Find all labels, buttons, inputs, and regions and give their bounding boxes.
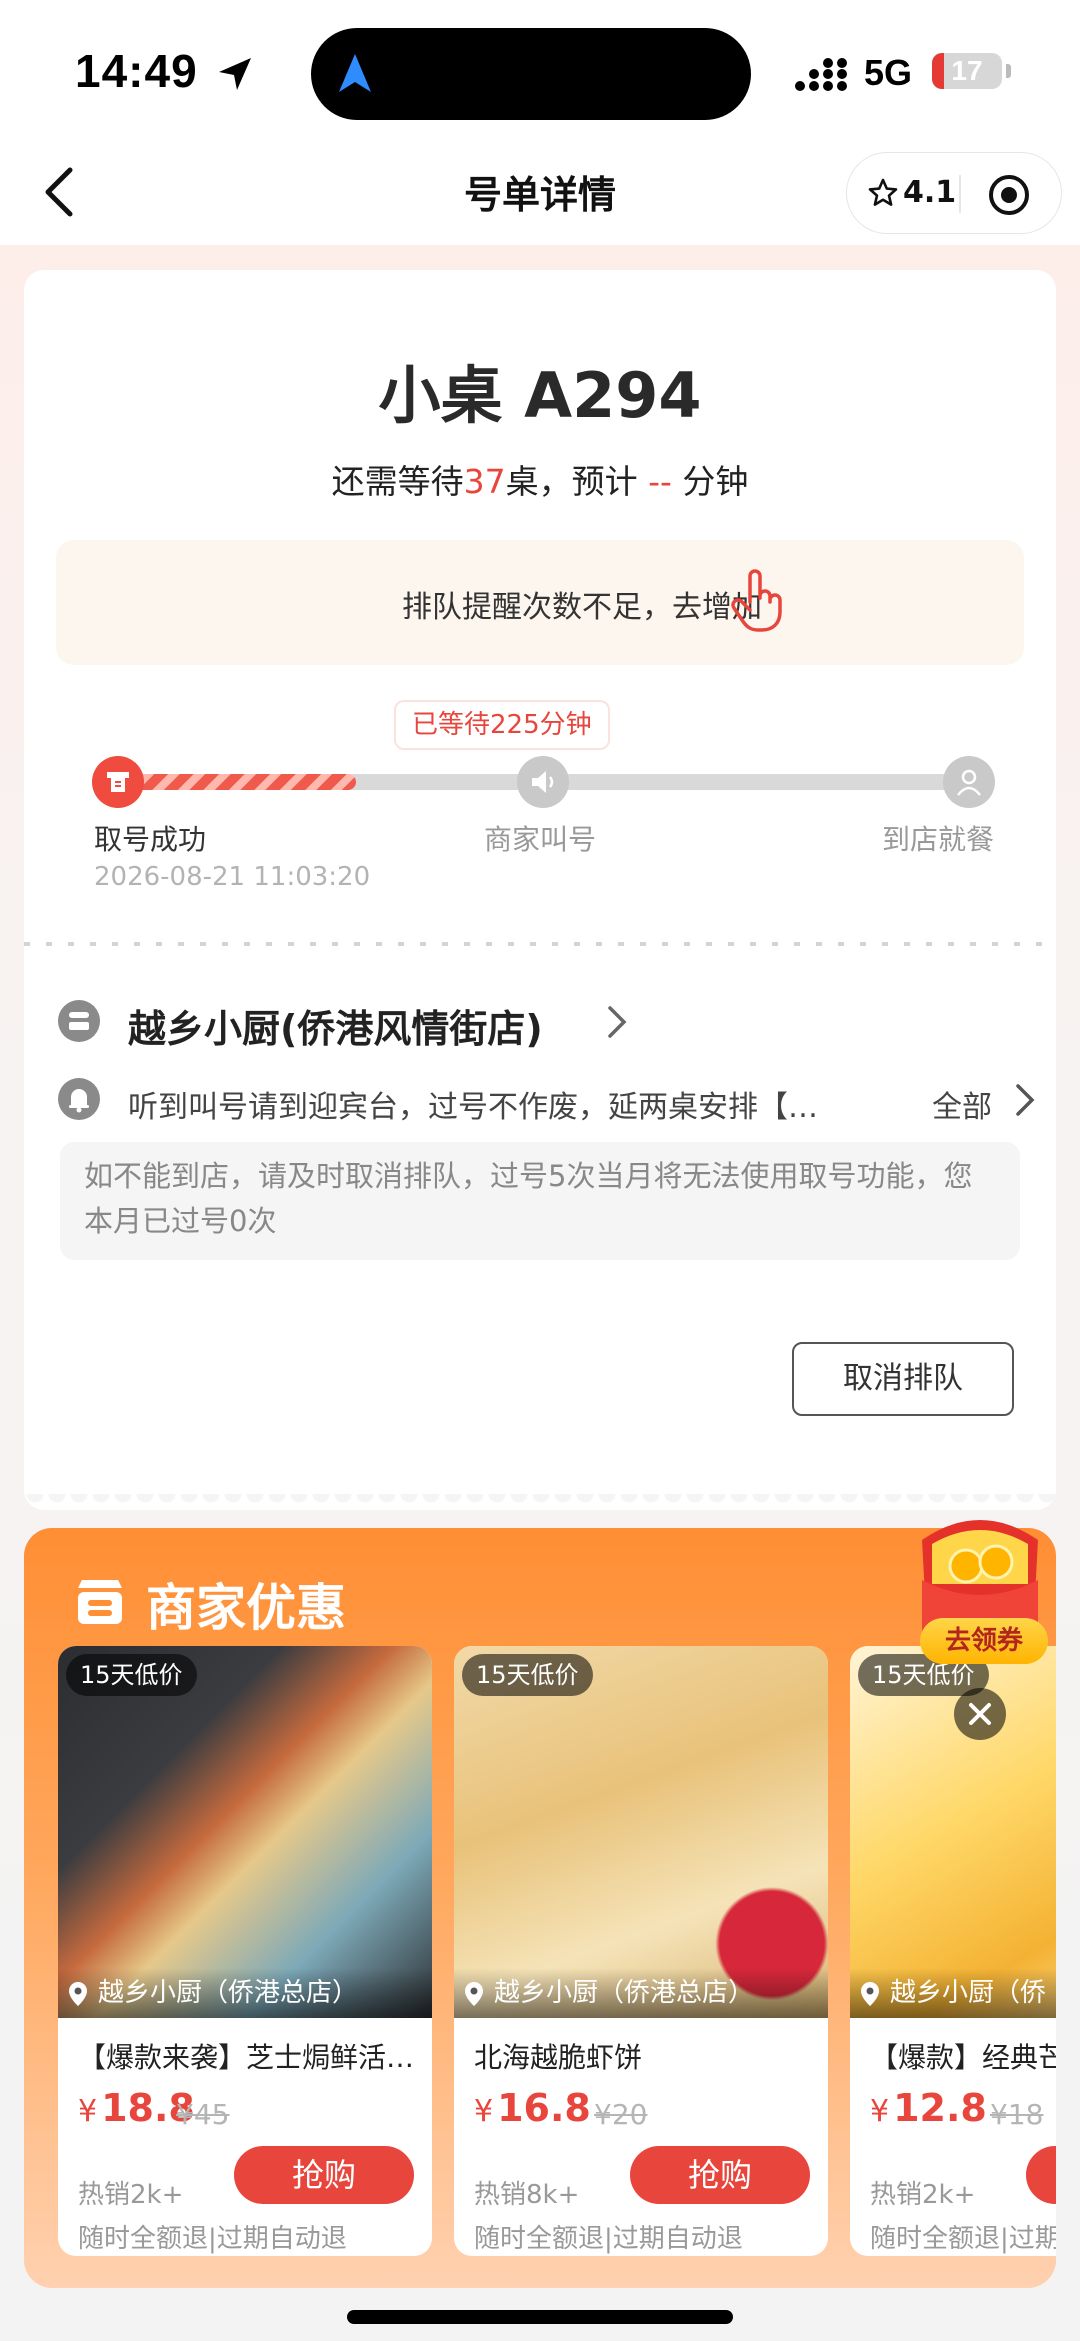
product-price: ¥16.8 — [474, 2086, 591, 2130]
product-shop: 越乡小厨（侨港总店） — [58, 1968, 432, 2018]
product-image — [850, 1646, 1056, 2018]
cancel-hint: 如不能到店，请及时取消排队，过号5次当月将无法使用取号功能，您本月已过号0次 — [60, 1142, 1020, 1260]
product-price: ¥12.8 — [870, 2086, 987, 2130]
chevron-right-icon — [1016, 1084, 1035, 1116]
price-value: 16.8 — [497, 2086, 591, 2130]
product-shop-name: 越乡小厨（侨港总店） — [98, 1978, 359, 2008]
wait-estimate: 还需等待37桌，预计 -- 分钟 — [24, 455, 1056, 503]
get-coupon-label: 去领券 — [920, 1618, 1048, 1664]
cancel-queue-button[interactable]: 取消排队 — [792, 1342, 1014, 1416]
notice-all-link[interactable]: 全部 — [932, 1082, 992, 1126]
queue-ticket-card: 小桌 A294 还需等待37桌，预计 -- 分钟 排队提醒次数不足，去增加 已等… — [24, 270, 1056, 1510]
close-miniapp-icon[interactable] — [987, 173, 1031, 217]
capsule-divider — [959, 175, 961, 213]
wait-tables: 37 — [463, 462, 506, 501]
reminder-banner[interactable]: 排队提醒次数不足，去增加 — [56, 540, 1024, 665]
ticket-time: 2026-08-21 11:03:20 — [94, 862, 371, 892]
battery-cap — [1006, 64, 1011, 78]
product-name: 北海越脆虾饼 — [474, 2041, 643, 2074]
location-pin-icon — [69, 1982, 87, 2006]
star-icon[interactable] — [867, 177, 899, 209]
product-shop: 越乡小厨（侨港总店） — [454, 1968, 828, 2018]
rating-value: 4.1 — [903, 175, 957, 210]
notice-row[interactable]: 听到叫号请到迎宾台，过号不作废，延两桌安排【… 全部 — [58, 1070, 1048, 1126]
location-pin-icon — [861, 1982, 879, 2006]
refund-policy: 随时全额退|过期自动退 — [474, 2224, 743, 2254]
original-price: ¥45 — [176, 2098, 230, 2131]
ticket-number: 小桌 A294 — [378, 359, 702, 432]
step-dine-icon — [943, 756, 995, 808]
status-bar: 14:49 5G 17 — [0, 0, 1080, 140]
status-time: 14:49 — [75, 45, 198, 97]
chevron-right-icon — [608, 1006, 627, 1038]
reminder-text: 排队提醒次数不足，去增加 — [402, 590, 762, 625]
sales-count: 热销8k+ — [474, 2180, 580, 2210]
wait-minutes: -- — [648, 462, 672, 501]
buy-button[interactable] — [1026, 2146, 1056, 2204]
close-coupon-button[interactable] — [954, 1688, 1006, 1740]
bell-icon — [58, 1078, 100, 1120]
product-card[interactable]: 15天低价 越乡小厨（侨 【爆款】经典芒 ¥12.8 ¥18 热销2k+ 随时全… — [850, 1646, 1056, 2256]
navigation-arrow-icon — [339, 54, 371, 92]
product-shop-name: 越乡小厨（侨港总店） — [494, 1978, 755, 2008]
step-label-called: 商家叫号 — [484, 823, 597, 856]
sales-count: 热销2k+ — [870, 2180, 976, 2210]
wait-mid: 桌，预计 — [505, 462, 638, 501]
refund-policy: 随时全额退|过期自动退 — [78, 2224, 347, 2254]
buy-button[interactable]: 抢购 — [234, 2146, 414, 2204]
notice-text: 听到叫号请到迎宾台，过号不作废，延两桌安排【… — [128, 1090, 818, 1125]
network-type: 5G — [864, 52, 913, 93]
perforation-divider — [24, 942, 1056, 946]
shop-link[interactable]: 越乡小厨(侨港风情街店) — [58, 990, 958, 1051]
price-value: 12.8 — [893, 2086, 987, 2130]
nav-bar: 号单详情 4.1 — [0, 140, 1080, 245]
product-image — [58, 1646, 432, 2018]
home-indicator — [347, 2310, 733, 2324]
product-shop: 越乡小厨（侨 — [850, 1968, 1056, 2018]
pointer-hand-icon — [731, 569, 782, 632]
offers-title: 商家优惠 — [146, 1579, 346, 1637]
signal-icon — [795, 58, 847, 91]
step-label-taken: 取号成功 — [94, 823, 207, 856]
location-arrow-icon — [219, 58, 251, 90]
miniapp-capsule: 4.1 — [846, 152, 1062, 234]
battery-percent: 17 — [951, 55, 983, 86]
low-price-badge: 15天低价 — [66, 1654, 197, 1696]
product-card[interactable]: 15天低价 越乡小厨（侨港总店） 【爆款来袭】芝士焗鲜活… ¥18.8 ¥45 … — [58, 1646, 432, 2256]
product-name: 【爆款来袭】芝士焗鲜活… — [78, 2041, 415, 2074]
refund-policy: 随时全额退|过期 — [870, 2224, 1056, 2254]
store-icon — [58, 1000, 100, 1042]
step-label-dine: 到店就餐 — [882, 823, 995, 856]
step-ticket-icon — [92, 756, 144, 808]
coupon-widget[interactable]: 去领券 — [892, 1500, 1068, 1680]
currency-symbol: ¥ — [78, 2094, 98, 2129]
product-card[interactable]: 15天低价 越乡小厨（侨港总店） 北海越脆虾饼 ¥16.8 ¥20 热销8k+ … — [454, 1646, 828, 2256]
original-price: ¥20 — [594, 2098, 648, 2131]
shop-name: 越乡小厨(侨港风情街店) — [128, 1007, 543, 1051]
original-price: ¥18 — [990, 2098, 1044, 2131]
close-icon — [969, 1703, 991, 1725]
waited-time-tag: 已等待225分钟 — [396, 702, 608, 748]
sales-count: 热销2k+ — [78, 2180, 184, 2210]
low-price-badge: 15天低价 — [462, 1654, 593, 1696]
product-name: 【爆款】经典芒 — [870, 2041, 1056, 2074]
dynamic-island — [311, 28, 751, 120]
currency-symbol: ¥ — [474, 2094, 494, 2129]
product-shop-name: 越乡小厨（侨 — [890, 1978, 1047, 2008]
wait-suffix: 分钟 — [682, 462, 749, 501]
product-image — [454, 1646, 828, 2018]
location-pin-icon — [465, 1982, 483, 2006]
step-call-icon — [517, 756, 569, 808]
battery-icon: 17 — [932, 53, 1002, 89]
buy-button[interactable]: 抢购 — [630, 2146, 810, 2204]
shop-logo-icon — [78, 1580, 122, 1624]
wait-prefix: 还需等待 — [331, 462, 464, 501]
currency-symbol: ¥ — [870, 2094, 890, 2129]
